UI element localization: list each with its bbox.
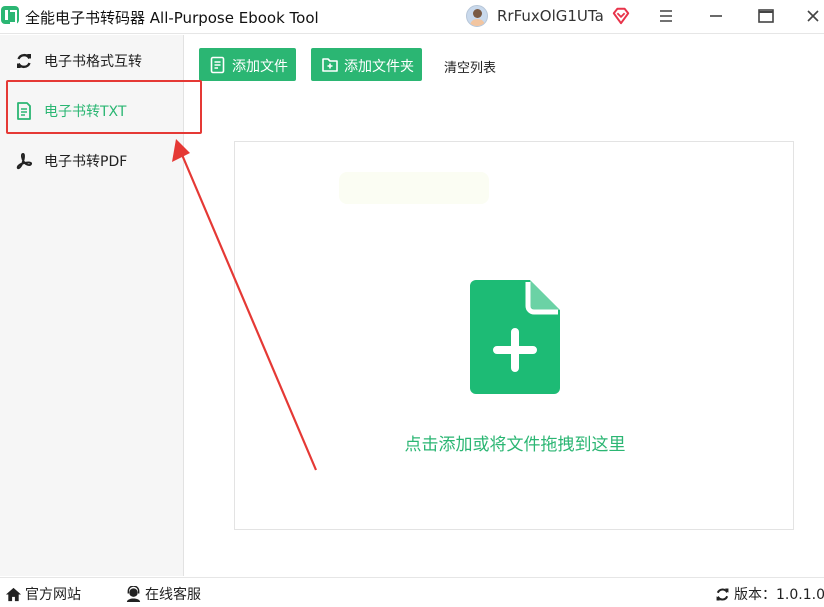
sidebar-item-label: 电子书转PDF (44, 154, 128, 170)
online-service-link[interactable]: 在线客服 (125, 585, 201, 603)
close-button[interactable] (803, 6, 823, 26)
pdf-icon (16, 153, 33, 170)
clear-list-button[interactable]: 清空列表 (444, 57, 496, 76)
add-file-icon[interactable] (470, 280, 560, 394)
home-icon (5, 587, 22, 601)
user-name: RrFuxOlG1UTa (497, 7, 604, 25)
minimize-button[interactable] (706, 6, 726, 26)
official-site-label: 官方网站 (25, 587, 81, 603)
version-info: 版本：1.0.1.0 (714, 585, 824, 603)
refresh-icon (17, 53, 31, 69)
file-list-icon (210, 56, 225, 74)
sidebar-item-format-convert[interactable]: 电子书格式互转 (0, 36, 184, 86)
maximize-button[interactable] (756, 6, 776, 26)
avatar[interactable] (466, 5, 488, 27)
online-service-label: 在线客服 (145, 587, 201, 603)
sidebar: 电子书格式互转 电子书转TXT 电子书转PDF (0, 35, 184, 576)
document-icon (17, 102, 31, 120)
menu-button[interactable] (656, 6, 676, 26)
maximize-icon (758, 9, 774, 23)
app-window: 全能电子书转码器 All-Purpose Ebook Tool RrFuxOlG… (0, 0, 824, 607)
sidebar-item-to-txt[interactable]: 电子书转TXT (0, 86, 184, 136)
sidebar-item-to-pdf[interactable]: 电子书转PDF (0, 136, 184, 186)
decorative-blob (339, 172, 489, 204)
close-icon (807, 10, 819, 22)
add-file-button[interactable]: 添加文件 (199, 48, 296, 81)
add-folder-label: 添加文件夹 (344, 59, 414, 75)
sidebar-item-label: 电子书格式互转 (44, 54, 142, 70)
menu-icon (660, 10, 672, 22)
refresh-icon[interactable] (714, 586, 731, 603)
sidebar-item-label: 电子书转TXT (44, 104, 127, 120)
title-bar: 全能电子书转码器 All-Purpose Ebook Tool RrFuxOlG… (0, 0, 824, 34)
drop-hint-text: 点击添加或将文件拖拽到这里 (404, 435, 626, 455)
app-logo-icon (1, 6, 19, 24)
user-account[interactable]: RrFuxOlG1UTa (466, 4, 630, 28)
official-site-link[interactable]: 官方网站 (5, 585, 81, 603)
customer-service-icon (126, 585, 141, 602)
vip-diamond-icon[interactable] (612, 7, 630, 25)
add-folder-button[interactable]: 添加文件夹 (311, 48, 422, 81)
app-title: 全能电子书转码器 All-Purpose Ebook Tool (25, 9, 319, 27)
folder-add-icon (322, 58, 338, 72)
version-label: 版本：1.0.1.0 (734, 587, 824, 603)
file-drop-zone[interactable]: 点击添加或将文件拖拽到这里 (234, 141, 794, 530)
minimize-icon (710, 15, 722, 17)
add-file-label: 添加文件 (232, 59, 288, 75)
status-bar: 官方网站 在线客服 版本：1.0.1.0 (0, 577, 824, 607)
